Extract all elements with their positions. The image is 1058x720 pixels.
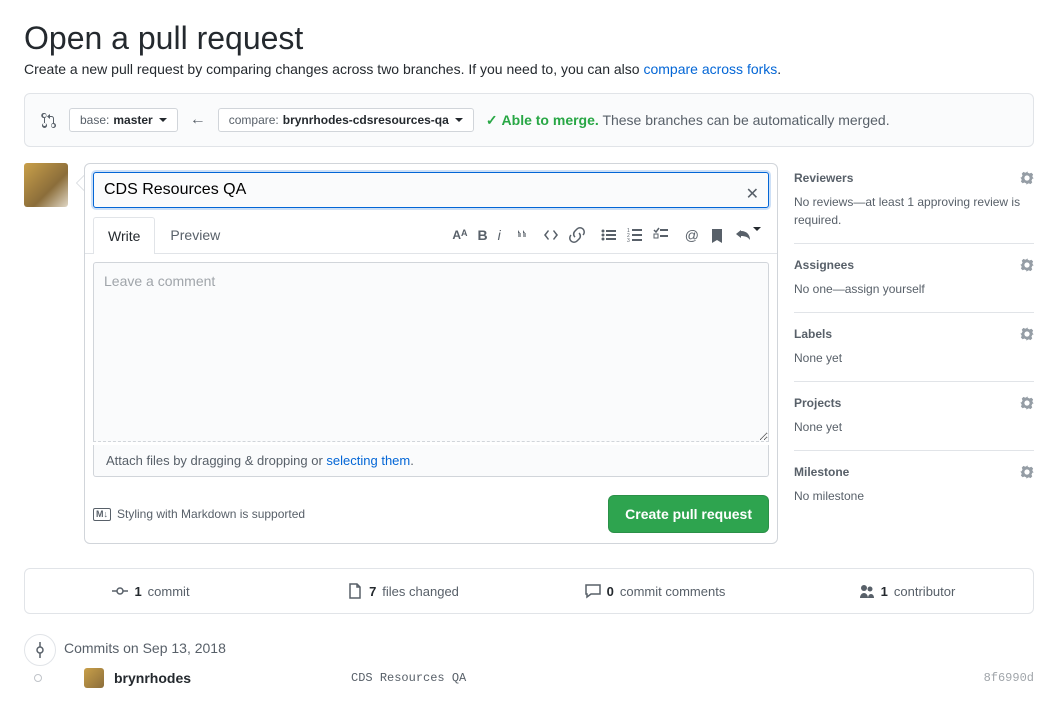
gear-icon[interactable] — [1020, 327, 1034, 341]
merge-ok-text: Able to merge. — [486, 112, 599, 128]
contributors-count: 1 — [881, 584, 888, 599]
subtitle-text: Create a new pull request by comparing c… — [24, 61, 643, 77]
gear-icon[interactable] — [1020, 396, 1034, 410]
comment-form: ✕ Write Preview AA B i — [84, 163, 778, 544]
clear-title-icon[interactable]: ✕ — [746, 184, 759, 204]
commit-timeline: Commits on Sep 13, 2018 brynrhodes CDS R… — [24, 634, 1034, 700]
attach-suffix: . — [410, 453, 414, 468]
commit-icon — [112, 583, 128, 599]
people-icon — [859, 583, 875, 599]
compare-label: compare: — [229, 113, 279, 127]
comments-count: 0 — [607, 584, 614, 599]
heading-icon[interactable]: AA — [452, 228, 467, 242]
files-count: 7 — [369, 584, 376, 599]
base-value: master — [113, 113, 152, 127]
svg-text:3: 3 — [627, 238, 630, 243]
stats-bar: 1 commit 7 files changed 0 commit commen… — [24, 568, 1034, 614]
labels-body: None yet — [794, 349, 1034, 367]
branch-compare-box: base: master ← compare: brynrhodes-cdsre… — [24, 93, 1034, 147]
stat-files[interactable]: 7 files changed — [277, 569, 529, 613]
files-label: files changed — [382, 584, 459, 599]
compare-forks-link[interactable]: compare across forks — [643, 61, 777, 77]
arrow-left-icon: ← — [190, 111, 206, 129]
caret-down-icon — [455, 118, 463, 122]
attach-hint: Attach files by dragging & dropping or s… — [93, 445, 769, 477]
create-pr-button[interactable]: Create pull request — [608, 495, 769, 533]
commit-avatar[interactable] — [84, 668, 104, 688]
milestone-title: Milestone — [794, 465, 849, 479]
comment-icon — [585, 583, 601, 599]
code-icon[interactable] — [543, 227, 559, 243]
compare-branch-select[interactable]: compare: brynrhodes-cdsresources-qa — [218, 108, 474, 132]
markdown-hint: Styling with Markdown is supported — [117, 507, 305, 521]
labels-title: Labels — [794, 327, 832, 341]
commit-dot-icon — [34, 674, 42, 682]
avatar[interactable] — [24, 163, 68, 207]
sidebar: Reviewers No reviews—at least 1 approvin… — [794, 163, 1034, 519]
stat-comments[interactable]: 0 commit comments — [529, 569, 781, 613]
commit-author[interactable]: brynrhodes — [114, 670, 191, 686]
pr-title-input[interactable] — [93, 172, 769, 208]
assignees-title: Assignees — [794, 258, 854, 272]
commit-timeline-icon — [24, 634, 56, 666]
commit-hash[interactable]: 8f6990d — [984, 671, 1034, 685]
comments-label: commit comments — [620, 584, 725, 599]
assign-yourself-link[interactable]: assign yourself — [845, 282, 925, 296]
numbered-list-icon[interactable]: 123 — [627, 227, 643, 243]
assignees-body: No one—assign yourself — [794, 280, 1034, 298]
subtitle-suffix: . — [777, 61, 781, 77]
contributors-label: contributor — [894, 584, 955, 599]
reviewers-body: No reviews—at least 1 approving review i… — [794, 193, 1034, 229]
commits-label: commit — [148, 584, 190, 599]
merge-status: Able to merge. These branches can be aut… — [486, 112, 890, 129]
milestone-body: No milestone — [794, 487, 1034, 505]
commit-row[interactable]: brynrhodes CDS Resources QA 8f6990d — [56, 656, 1034, 700]
mention-icon[interactable]: @ — [685, 227, 699, 243]
base-label: base: — [80, 113, 109, 127]
tab-preview[interactable]: Preview — [155, 216, 235, 253]
projects-title: Projects — [794, 396, 841, 410]
reply-icon[interactable] — [735, 227, 761, 243]
gear-icon[interactable] — [1020, 465, 1034, 479]
timeline-date: Commits on Sep 13, 2018 — [64, 634, 1034, 656]
projects-body: None yet — [794, 418, 1034, 436]
task-list-icon[interactable] — [653, 227, 669, 243]
stat-commits[interactable]: 1 commit — [25, 569, 277, 613]
caret-down-icon — [159, 118, 167, 122]
bold-icon[interactable]: B — [478, 227, 488, 243]
link-icon[interactable] — [569, 227, 585, 243]
page-title: Open a pull request — [24, 20, 1034, 57]
gear-icon[interactable] — [1020, 258, 1034, 272]
markdown-toolbar: AA B i 123 @ — [452, 227, 769, 243]
italic-icon[interactable]: i — [498, 227, 501, 243]
markdown-badge-icon: M↓ — [93, 508, 111, 521]
page-subtitle: Create a new pull request by comparing c… — [24, 61, 1034, 77]
base-branch-select[interactable]: base: master — [69, 108, 178, 132]
stat-contributors[interactable]: 1 contributor — [781, 569, 1033, 613]
file-icon — [347, 583, 363, 599]
assignees-prefix: No one— — [794, 282, 845, 296]
git-compare-icon — [41, 112, 57, 128]
compare-value: brynrhodes-cdsresources-qa — [283, 113, 449, 127]
quote-icon[interactable] — [517, 227, 533, 243]
attach-prefix: Attach files by dragging & dropping or — [106, 453, 326, 468]
reviewers-title: Reviewers — [794, 171, 853, 185]
merge-desc-text: These branches can be automatically merg… — [602, 112, 889, 128]
attach-select-link[interactable]: selecting them — [326, 453, 410, 468]
comment-textarea[interactable] — [93, 262, 769, 442]
tab-write[interactable]: Write — [93, 217, 155, 254]
gear-icon[interactable] — [1020, 171, 1034, 185]
bullet-list-icon[interactable] — [601, 227, 617, 243]
saved-reply-icon[interactable] — [709, 227, 725, 243]
commits-count: 1 — [134, 584, 141, 599]
commit-message[interactable]: CDS Resources QA — [351, 671, 466, 685]
